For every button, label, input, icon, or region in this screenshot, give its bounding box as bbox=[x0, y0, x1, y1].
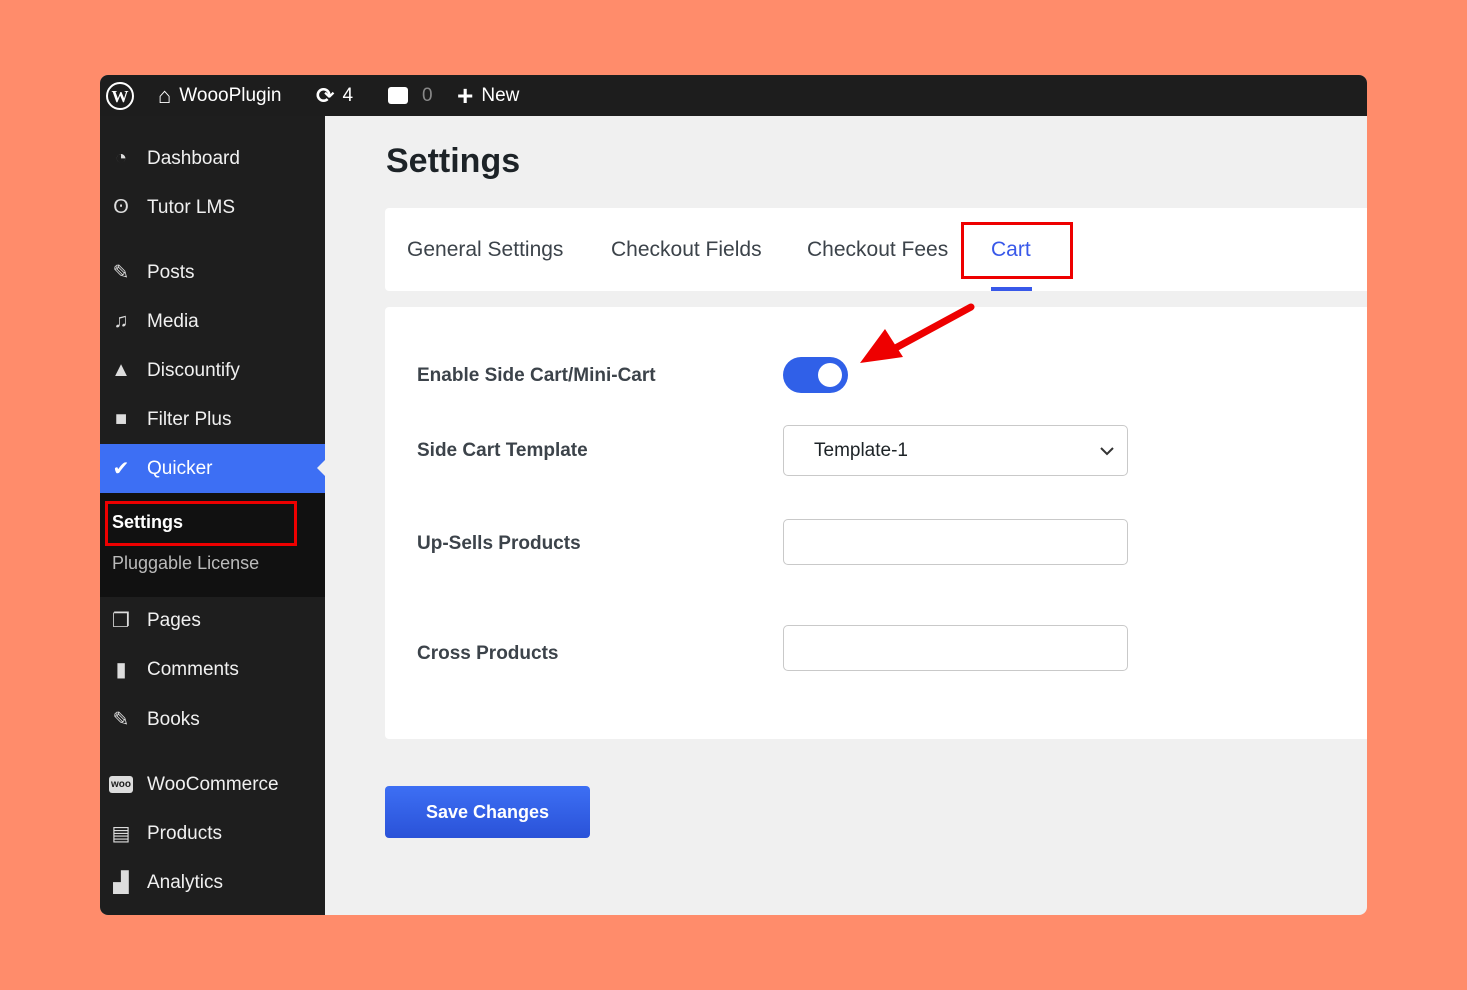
sidebar-label: Dashboard bbox=[147, 147, 240, 169]
sidebar-item-discountify[interactable]: ▲ Discountify bbox=[100, 346, 325, 395]
tab-general-settings[interactable]: General Settings bbox=[407, 238, 563, 262]
sidebar-label: Pages bbox=[147, 609, 201, 631]
sidebar-item-woocommerce[interactable]: woo WooCommerce bbox=[100, 760, 325, 809]
sidebar-item-analytics[interactable]: ▟ Analytics bbox=[100, 858, 325, 907]
sidebar-label: Books bbox=[147, 708, 200, 730]
new-link[interactable]: + New bbox=[457, 75, 519, 116]
settings-tabs: General Settings Checkout Fields Checkou… bbox=[385, 208, 1367, 291]
site-name: WoooPlugin bbox=[179, 84, 282, 106]
sidebar-item-comments[interactable]: ▮ Comments bbox=[100, 645, 325, 694]
refresh-icon: ⟳ bbox=[316, 82, 335, 108]
upsells-input[interactable] bbox=[783, 519, 1128, 565]
submenu-settings[interactable]: Settings bbox=[112, 512, 183, 533]
page-title: Settings bbox=[386, 142, 521, 180]
quicker-submenu: Settings Pluggable License bbox=[100, 493, 325, 597]
sidebar-item-products[interactable]: ▤ Products bbox=[100, 809, 325, 858]
red-arrow-annotation bbox=[860, 303, 975, 363]
sidebar-label: Discountify bbox=[147, 359, 240, 381]
media-icon: ♫ bbox=[113, 310, 129, 332]
comment-icon: ▮ bbox=[115, 659, 127, 681]
active-tab-indicator bbox=[991, 287, 1032, 291]
selected-template: Template-1 bbox=[814, 440, 908, 461]
tutor-icon: ʘ bbox=[113, 196, 129, 218]
enable-side-cart-label: Enable Side Cart/Mini-Cart bbox=[417, 365, 656, 386]
comments-link[interactable]: 0 bbox=[388, 75, 433, 116]
tab-cart[interactable]: Cart bbox=[991, 238, 1031, 262]
cart-settings-form: Enable Side Cart/Mini-Cart Side Cart Tem… bbox=[385, 303, 1367, 739]
bag-icon: ■ bbox=[114, 408, 128, 430]
sidebar-label: Comments bbox=[147, 658, 239, 680]
admin-sidebar: ◔ Dashboard ʘ Tutor LMS ✎ Posts ♫ Media ▲ Dis… bbox=[100, 116, 325, 915]
pin-icon: ✎ bbox=[112, 262, 130, 284]
cross-products-input[interactable] bbox=[783, 625, 1128, 671]
wordpress-logo-icon[interactable]: W bbox=[105, 75, 135, 116]
sidebar-item-dashboard[interactable]: ◔ Dashboard bbox=[100, 134, 325, 183]
sidebar-label: Products bbox=[147, 822, 222, 844]
sidebar-item-media[interactable]: ♫ Media bbox=[100, 297, 325, 346]
sidebar-item-filter-plus[interactable]: ■ Filter Plus bbox=[100, 395, 325, 444]
upsells-label: Up-Sells Products bbox=[417, 533, 581, 554]
wp-admin-window: W ⌂ WoooPlugin ⟳ 4 0 + New ◔ Dashboard ʘT… bbox=[100, 75, 1367, 915]
sidebar-label: Media bbox=[147, 310, 199, 332]
pages-icon: ❐ bbox=[112, 610, 130, 632]
sidebar-label: WooCommerce bbox=[147, 773, 279, 795]
sidebar-label: Filter Plus bbox=[147, 408, 232, 430]
updates-count: 4 bbox=[342, 84, 354, 106]
sidebar-item-posts[interactable]: ✎ Posts bbox=[100, 248, 325, 297]
bar-chart-icon: ▟ bbox=[113, 872, 129, 894]
sidebar-item-pages[interactable]: ❐ Pages bbox=[100, 596, 325, 645]
svg-text:W: W bbox=[112, 87, 129, 106]
woo-icon: woo bbox=[108, 772, 134, 798]
sidebar-label: Posts bbox=[147, 261, 195, 283]
tab-checkout-fees[interactable]: Checkout Fees bbox=[807, 238, 948, 262]
side-cart-template-label: Side Cart Template bbox=[417, 440, 588, 461]
pin-icon: ✎ bbox=[112, 709, 130, 731]
comments-count: 0 bbox=[422, 84, 433, 106]
sidebar-item-quicker[interactable]: ✔ Quicker bbox=[100, 444, 325, 493]
cross-products-label: Cross Products bbox=[417, 643, 559, 664]
sidebar-item-tutor-lms[interactable]: ʘ Tutor LMS bbox=[100, 183, 325, 232]
discountify-icon: ▲ bbox=[111, 359, 131, 381]
enable-side-cart-toggle[interactable] bbox=[783, 357, 848, 393]
save-changes-button[interactable]: Save Changes bbox=[385, 786, 590, 838]
dashboard-icon: ◔ bbox=[114, 147, 128, 169]
comment-icon bbox=[388, 87, 408, 104]
quicker-icon: ✔ bbox=[112, 458, 130, 480]
plus-icon: + bbox=[457, 79, 474, 111]
main-content: Settings General Settings Checkout Field… bbox=[325, 116, 1367, 915]
new-label: New bbox=[481, 84, 520, 106]
chevron-down-icon bbox=[1100, 447, 1114, 456]
sidebar-item-books[interactable]: ✎ Books bbox=[100, 695, 325, 744]
sidebar-label: Analytics bbox=[147, 871, 224, 893]
updates-link[interactable]: ⟳ 4 bbox=[316, 75, 353, 116]
sidebar-label: Tutor LMS bbox=[147, 196, 235, 218]
admin-bar: W ⌂ WoooPlugin ⟳ 4 0 + New bbox=[100, 75, 1367, 116]
tab-checkout-fields[interactable]: Checkout Fields bbox=[611, 238, 762, 262]
site-name-link[interactable]: ⌂ WoooPlugin bbox=[158, 75, 281, 116]
toggle-knob bbox=[818, 363, 842, 387]
archive-icon: ▤ bbox=[111, 823, 131, 845]
sidebar-label: Quicker bbox=[147, 457, 213, 479]
home-icon: ⌂ bbox=[158, 82, 172, 108]
submenu-pluggable-license[interactable]: Pluggable License bbox=[112, 553, 259, 574]
side-cart-template-select[interactable]: Template-1 bbox=[783, 425, 1128, 476]
